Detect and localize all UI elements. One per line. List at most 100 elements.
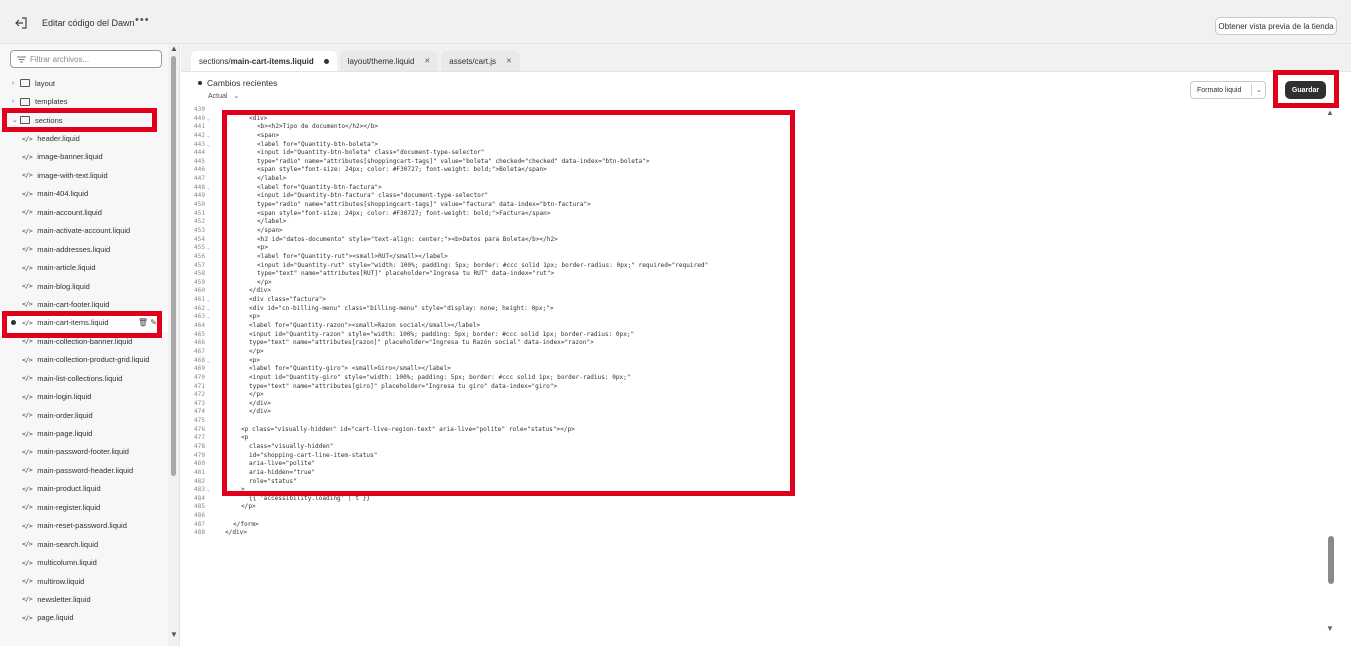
code-line[interactable]: 485 </p> [181,503,1325,512]
file-item[interactable]: </> main-cart-footer.liquid [0,295,168,313]
file-item[interactable]: </> main-product.liquid [0,480,168,498]
code-line[interactable]: 477 <p [181,434,1325,443]
code-line[interactable]: 478 class="visually-hidden" [181,443,1325,452]
editor-scroll-thumb[interactable] [1328,536,1334,584]
file-item[interactable]: </> main-list-collections.liquid [0,369,168,387]
scroll-down-icon[interactable]: ▼ [1326,624,1334,633]
code-line[interactable]: 453 </span> [181,227,1325,236]
code-line[interactable]: 449 <input id="Quantity-btn-factura" clas… [181,192,1325,201]
file-item-active[interactable]: </> main-cart-items.liquid 🗑 ✎ [0,313,168,333]
code-line[interactable]: 447 </label> [181,175,1325,184]
version-selector[interactable]: Actual ⌄ [208,92,239,100]
scroll-up-icon[interactable]: ▲ [1326,108,1334,117]
code-line[interactable]: 467 </p> [181,348,1325,357]
code-line[interactable]: 439 [181,106,1325,115]
fold-chevron-icon[interactable]: ⌄ [207,357,210,366]
editor-tab[interactable]: assets/cart.js ✕ [441,51,520,71]
code-line[interactable]: 479 id="shopping-cart-line-item-status" [181,452,1325,461]
sidebar-scroll-thumb[interactable] [171,56,176,476]
file-item[interactable]: </> header.liquid [0,129,168,147]
code-line[interactable]: 446 <span style="font-size: 24px; color: … [181,166,1325,175]
fold-chevron-icon[interactable]: ⌄ [207,486,210,495]
fold-chevron-icon[interactable]: ⌄ [207,296,210,305]
folder-item[interactable]: › templates [0,92,168,110]
file-item[interactable]: </> multirow.liquid [0,572,168,590]
code-line[interactable]: 472 </p> [181,391,1325,400]
scroll-up-icon[interactable]: ▲ [170,44,178,53]
code-line[interactable]: 482 role="status" [181,478,1325,487]
code-line[interactable]: 473 </div> [181,400,1325,409]
close-icon[interactable]: ✕ [506,57,512,65]
fold-chevron-icon[interactable]: ⌄ [207,184,210,193]
code-line[interactable]: 470 <input id="Quantity-giro" style="widt… [181,374,1325,383]
code-line[interactable]: 455 ⌄ <p> [181,244,1325,253]
code-line[interactable]: 463 ⌄ <p> [181,313,1325,322]
file-item[interactable]: </> newsletter.liquid [0,590,168,608]
save-button[interactable]: Guardar [1285,81,1326,99]
sidebar-scrollbar[interactable]: ▲ ▼ [168,44,179,646]
recent-changes[interactable]: Cambios recientes [198,78,277,88]
file-item[interactable]: </> main-collection-banner.liquid [0,332,168,350]
folder-item[interactable]: ⌄ sections [0,111,168,129]
close-icon[interactable]: ✕ [424,57,430,65]
file-filter[interactable] [10,50,162,68]
file-item[interactable]: </> main-addresses.liquid [0,240,168,258]
fold-chevron-icon[interactable]: ⌄ [207,141,210,150]
folder-item[interactable]: › layout [0,74,168,92]
code-editor[interactable]: 439 440 ⌄ <div> 441 <b><h2>Tipo de documento<… [181,106,1325,636]
file-item[interactable]: </> image-with-text.liquid [0,166,168,184]
code-line[interactable]: 448 ⌄ <label for="Quantity-btn-factura"> [181,184,1325,193]
unsaved-dot-icon[interactable] [323,58,329,64]
file-item[interactable]: </> main-reset-password.liquid [0,517,168,535]
file-item[interactable]: </> main-account.liquid [0,203,168,221]
code-line[interactable]: 457 <input id="Quantity-rut" style="width… [181,262,1325,271]
scroll-down-icon[interactable]: ▼ [170,630,178,639]
code-line[interactable]: 441 <b><h2>Tipo de documento</h2></b> [181,123,1325,132]
file-item[interactable]: </> main-page.liquid [0,424,168,442]
code-line[interactable]: 465 <input id="Quantity-razon" style="wid… [181,331,1325,340]
pencil-icon[interactable]: ✎ [150,318,157,327]
code-line[interactable]: 459 </p> [181,279,1325,288]
fold-chevron-icon[interactable]: ⌄ [207,244,210,253]
code-line[interactable]: 444 <input id="Quantity-btn-boleta" class… [181,149,1325,158]
more-actions-icon[interactable]: ••• [135,14,150,26]
file-item[interactable]: </> main-collection-product-grid.liquid [0,351,168,369]
editor-tab[interactable]: layout/theme.liquid ✕ [339,51,439,71]
file-item[interactable]: </> main-404.liquid [0,185,168,203]
code-line[interactable]: 476 <p class="visually-hidden" id="cart-l… [181,426,1325,435]
code-line[interactable]: 451 <span style="font-size: 24px; color: … [181,210,1325,219]
file-item[interactable]: </> main-register.liquid [0,498,168,516]
code-line[interactable]: 456 <label for="Quantity-rut"><small>RUT<… [181,253,1325,262]
file-item[interactable]: </> main-search.liquid [0,535,168,553]
code-line[interactable]: 460 </div> [181,287,1325,296]
code-line[interactable]: 469 <label for="Quantity-giro"> <small>Gi… [181,365,1325,374]
code-line[interactable]: 484 {{ 'accessibility.loading' | t }} [181,495,1325,504]
code-line[interactable]: 488 </div> [181,529,1325,538]
file-item[interactable]: </> main-password-header.liquid [0,461,168,479]
preview-store-button[interactable]: Obtener vista previa de la tienda [1215,17,1337,35]
code-line[interactable]: 486 [181,512,1325,521]
file-item[interactable]: </> main-article.liquid [0,258,168,276]
file-item[interactable]: </> main-activate-account.liquid [0,222,168,240]
file-item[interactable]: </> main-login.liquid [0,387,168,405]
editor-tab[interactable]: sections/main-cart-items.liquid [191,51,337,71]
file-item[interactable]: </> page.liquid [0,609,168,627]
fold-chevron-icon[interactable]: ⌄ [207,305,210,314]
fold-chevron-icon[interactable]: ⌄ [207,115,210,124]
code-line[interactable]: 454 <h2 id="datos-documento" style="text-… [181,236,1325,245]
code-line[interactable]: 487 </form> [181,521,1325,530]
code-line[interactable]: 475 [181,417,1325,426]
code-line[interactable]: 452 </label> [181,218,1325,227]
code-line[interactable]: 462 ⌄ <div id="cn-billing-menu" class="bil… [181,305,1325,314]
fold-chevron-icon[interactable]: ⌄ [207,313,210,322]
file-item[interactable]: </> main-order.liquid [0,406,168,424]
code-line[interactable]: 464 <label for="Quantity-razon"><small>Ra… [181,322,1325,331]
code-line[interactable]: 466 type="text" name="attributes[razon]" … [181,339,1325,348]
code-line[interactable]: 471 type="text" name="attributes[giro]" p… [181,383,1325,392]
file-item[interactable]: </> image-banner.liquid [0,148,168,166]
file-item[interactable]: </> main-password-footer.liquid [0,443,168,461]
code-line[interactable]: 461 ⌄ <div class="factura"> [181,296,1325,305]
code-line[interactable]: 458 type="text" name="attributes[RUT]" pl… [181,270,1325,279]
chevron-down-icon[interactable]: ⌄ [1256,86,1262,94]
code-line[interactable]: 481 aria-hidden="true" [181,469,1325,478]
